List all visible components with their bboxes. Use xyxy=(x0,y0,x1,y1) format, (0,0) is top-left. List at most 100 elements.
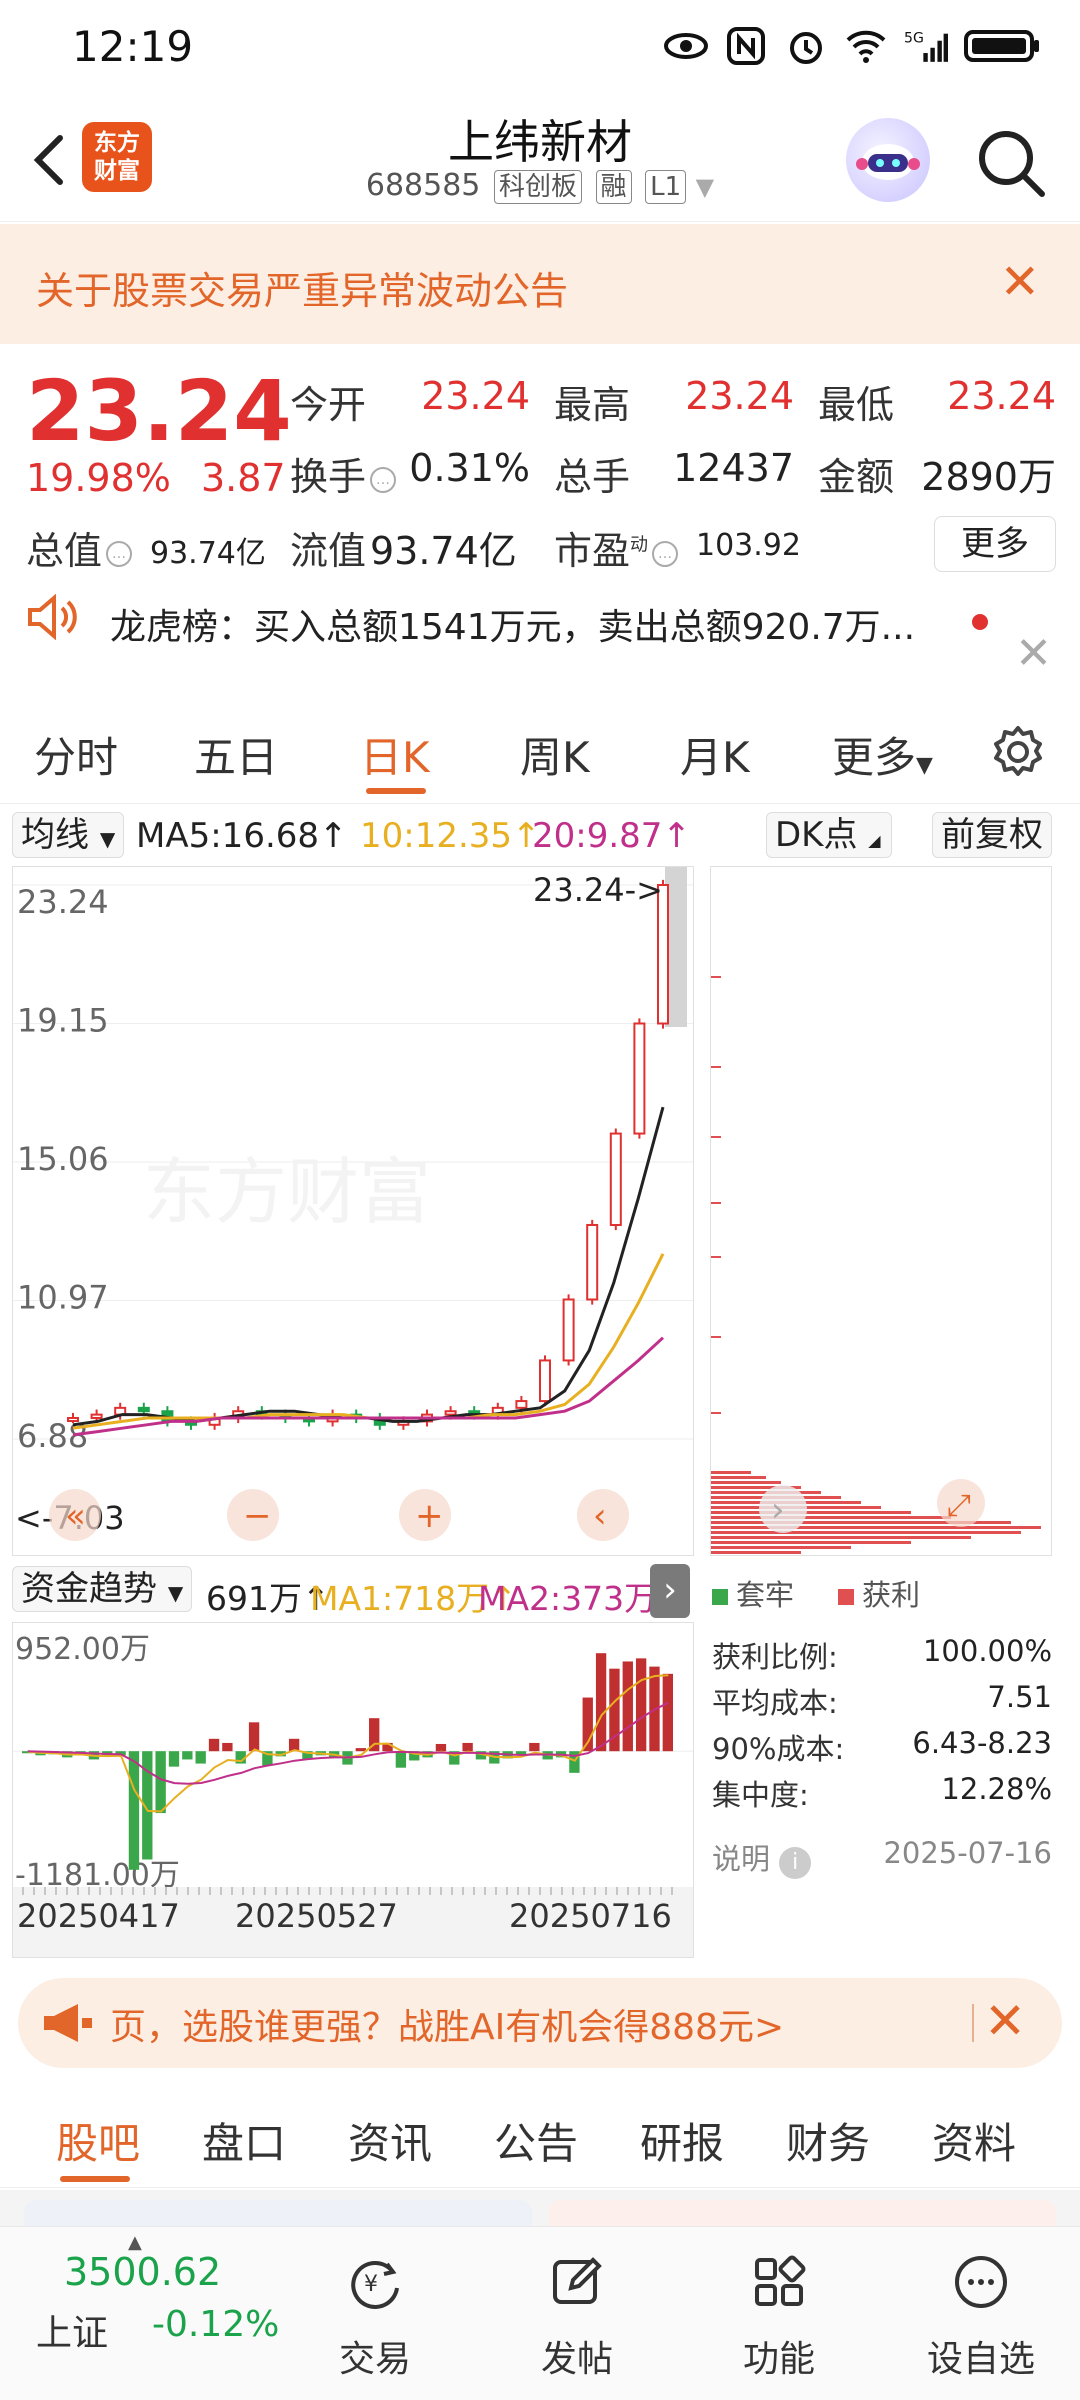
turnover-value: 0.31% xyxy=(409,446,530,490)
search-icon[interactable] xyxy=(970,122,1050,202)
nav-functions[interactable]: 功能 xyxy=(704,2226,854,2400)
indicator-selector[interactable]: 资金趋势 ▼ xyxy=(12,1566,193,1612)
legend-profit: 获利 xyxy=(838,1572,920,1614)
more-dots-icon xyxy=(955,2256,1007,2308)
status-time: 12:19 xyxy=(72,22,194,71)
candle-body xyxy=(562,1298,575,1362)
announcement-banner[interactable]: 关于股票交易严重异常波动公告 ✕ xyxy=(0,224,1080,344)
tab-more[interactable]: 更多▼ xyxy=(832,724,933,785)
svg-text:5G: 5G xyxy=(904,30,924,46)
dragon-tiger-bar[interactable]: 龙虎榜：买入总额1541万元，卖出总额920.7万... ✕ xyxy=(0,594,1080,698)
chip-distribution-chart[interactable]: › ⤢ xyxy=(710,866,1052,1556)
nfc-icon xyxy=(727,27,765,65)
indicator-label: 资金趋势 xyxy=(21,1569,157,1609)
low-label: 最低 xyxy=(818,383,895,427)
high-label: 最高 xyxy=(554,383,631,427)
tab-more-label: 更多 xyxy=(832,733,917,782)
edit-icon xyxy=(553,2257,602,2304)
tab-five-day[interactable]: 五日 xyxy=(194,724,278,785)
close-icon[interactable]: ✕ xyxy=(1015,628,1052,679)
wifi-icon xyxy=(846,30,886,63)
promo-banner[interactable]: 页，选股谁更强？战胜AI有机会得888元> ✕ xyxy=(18,1978,1062,2068)
caret-down-icon: ▼ xyxy=(695,173,715,201)
expand-icon: ⤢ xyxy=(947,1488,971,1523)
chip-bar xyxy=(711,1541,911,1544)
caret-down-icon: ▼ xyxy=(916,753,933,778)
volume-value: 12437 xyxy=(673,446,794,490)
note-row[interactable]: 说明 i 2025-07-16 xyxy=(712,1836,1052,1879)
more-quote-button[interactable]: 更多 xyxy=(934,516,1056,572)
step-back-icon: ‹ xyxy=(593,1496,607,1536)
cost-90-value: 6.43-8.23 xyxy=(912,1726,1052,1760)
pe-superscript: 动 xyxy=(630,534,649,556)
active-tab-underline xyxy=(366,788,426,794)
candle-body xyxy=(90,1413,103,1420)
ma-selector[interactable]: 均线 ▼ xyxy=(12,812,125,858)
turnover-label-text: 换手 xyxy=(290,455,367,499)
candle-body xyxy=(137,1406,150,1413)
candle-body xyxy=(67,1417,79,1423)
info-icon[interactable]: … xyxy=(652,540,679,567)
info-icon[interactable]: … xyxy=(370,466,397,493)
change-amount: 3.87 xyxy=(201,456,286,500)
fund-trend-chart[interactable]: 952.00万 -1181.00万 20250417 20250527 20250716 xyxy=(12,1622,694,1958)
close-icon[interactable]: ✕ xyxy=(1000,258,1040,306)
level-tag: L1 xyxy=(645,170,687,204)
fund-bar xyxy=(662,1673,673,1752)
tab-news[interactable]: 资讯 xyxy=(348,2110,432,2171)
nav-trade-label: 交易 xyxy=(338,2339,411,2380)
tab-monthly-k[interactable]: 月K xyxy=(680,724,750,785)
fund-bar xyxy=(222,1742,233,1752)
fund-bar xyxy=(395,1751,407,1768)
chip-date: 2025-07-16 xyxy=(883,1836,1052,1870)
candle-body xyxy=(539,1359,551,1403)
tab-finance[interactable]: 财务 xyxy=(786,2110,870,2171)
chip-bar xyxy=(711,1526,1041,1529)
close-icon[interactable]: ✕ xyxy=(984,1992,1026,2050)
grid-icon xyxy=(755,2255,806,2306)
tab-pankou[interactable]: 盘口 xyxy=(202,2110,286,2171)
fund-bar xyxy=(128,1751,140,1870)
tab-intraday[interactable]: 分时 xyxy=(34,724,118,785)
watermark-text: 东方财富 xyxy=(143,1150,431,1234)
expand-arrow-icon[interactable]: › xyxy=(650,1564,690,1618)
chip-bar xyxy=(711,1471,751,1474)
profit-ratio-value: 100.00% xyxy=(922,1634,1052,1668)
tab-weekly-k[interactable]: 周K xyxy=(520,724,590,785)
tab-announcements[interactable]: 公告 xyxy=(494,2110,578,2171)
info-icon[interactable]: … xyxy=(106,540,133,567)
tab-guba[interactable]: 股吧 xyxy=(56,2110,140,2171)
candle-body xyxy=(609,1132,622,1226)
status-bar: 12:19 5G xyxy=(0,0,1080,100)
chip-bar xyxy=(711,1481,781,1484)
ai-assistant-avatar[interactable] xyxy=(846,118,930,202)
profit-ratio-row: 获利比例: 100.00% xyxy=(712,1634,1052,1676)
amount-label: 金额 xyxy=(818,455,895,499)
stock-code: 688585 xyxy=(365,168,481,203)
adjustment-selector[interactable]: 前复权 xyxy=(932,812,1052,858)
market-cap-label: 总值… xyxy=(26,520,136,575)
fund-bar xyxy=(435,1743,447,1752)
gear-icon[interactable] xyxy=(990,724,1046,780)
cost-90-label: 90%成本: xyxy=(712,1732,845,1766)
index-name: 上证 xyxy=(36,2313,109,2354)
concentration-label: 集中度: xyxy=(712,1778,809,1812)
tab-profile[interactable]: 资料 xyxy=(932,2110,1016,2171)
date-label: 20250527 xyxy=(235,1897,398,1935)
chip-bar xyxy=(711,1536,971,1539)
tab-research[interactable]: 研报 xyxy=(640,2110,724,2171)
tab-daily-k[interactable]: 日K xyxy=(360,724,430,785)
quote-panel: 23.24 19.98% 3.87 今开 23.24 最高 23.24 最低 2… xyxy=(0,344,1080,592)
avg-cost-value: 7.51 xyxy=(987,1680,1052,1714)
concentration-value: 12.28% xyxy=(941,1772,1052,1806)
y-tick-label: 10.97 xyxy=(17,1279,109,1317)
kline-chart[interactable]: 23.2419.1515.0610.976.88东方财富23.24-><-7.0… xyxy=(12,866,694,1556)
note-label: 说明 xyxy=(712,1842,771,1876)
nav-add-watchlist[interactable]: 设自选 xyxy=(906,2226,1056,2400)
high-value: 23.24 xyxy=(685,374,794,418)
nav-trade[interactable]: ¥ 交易 xyxy=(300,2226,450,2400)
fund-bar xyxy=(208,1738,220,1752)
nav-post[interactable]: 发帖 xyxy=(502,2226,652,2400)
dk-point-selector[interactable]: DK点 ◢ xyxy=(766,812,892,858)
pe-label-text: 市盈 xyxy=(554,529,631,573)
